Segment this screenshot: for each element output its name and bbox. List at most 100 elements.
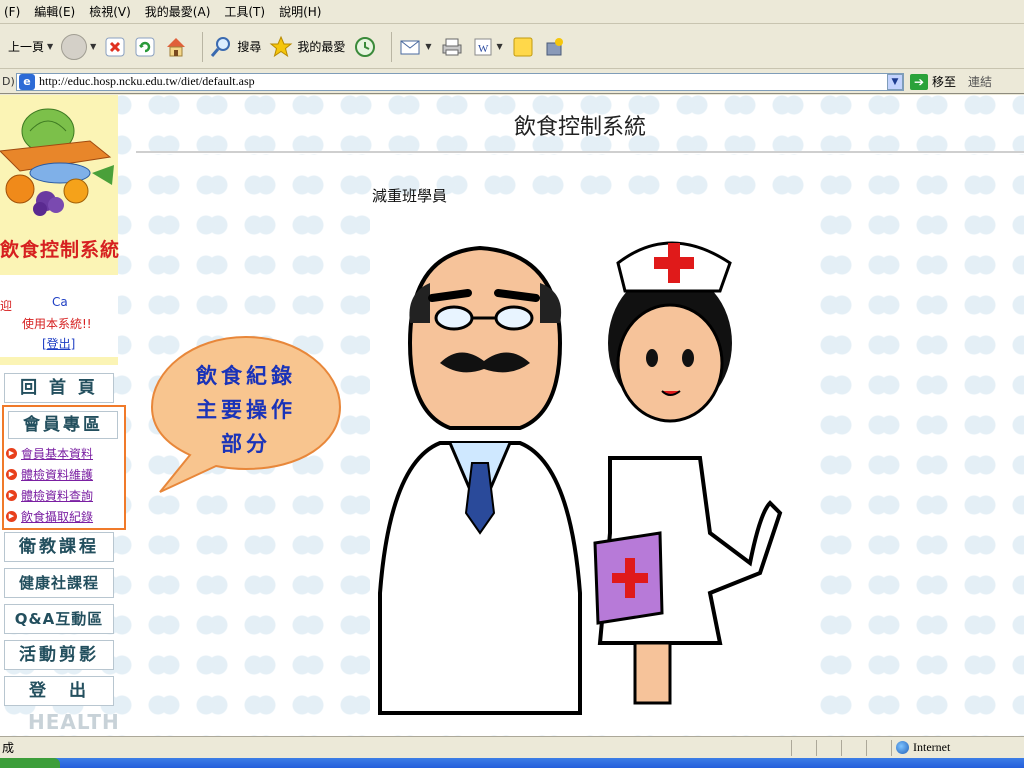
callout-bubble: 飲食紀錄 主要操作 部分 bbox=[150, 335, 342, 495]
menu-bar: (F) 編輯(E) 檢視(V) 我的最愛(A) 工具(T) 說明(H) bbox=[0, 0, 1024, 24]
menu-view[interactable]: 檢視(V) bbox=[89, 3, 131, 20]
status-cell bbox=[841, 739, 866, 756]
edit-dropdown-icon[interactable]: ▼ bbox=[497, 42, 503, 51]
status-cell bbox=[866, 739, 891, 756]
links-button[interactable]: 連結 bbox=[968, 73, 992, 90]
stop-button[interactable] bbox=[104, 29, 126, 65]
address-bar: D) e http://educ.hosp.ncku.edu.tw/diet/d… bbox=[0, 70, 1024, 94]
mail-dropdown-icon[interactable]: ▼ bbox=[425, 42, 431, 51]
arrow-bullet-icon: ▶ bbox=[6, 469, 17, 480]
member-link-diet-record[interactable]: ▶ 飲食攝取紀錄 bbox=[6, 508, 93, 525]
status-text: 成 bbox=[2, 741, 15, 755]
ie-page-icon: e bbox=[19, 73, 35, 90]
member-link-profile[interactable]: ▶ 會員基本資料 bbox=[6, 445, 93, 462]
menu-favorites[interactable]: 我的最愛(A) bbox=[145, 3, 211, 20]
history-button[interactable] bbox=[353, 29, 377, 65]
go-label: 移至 bbox=[932, 75, 957, 89]
address-input[interactable]: e http://educ.hosp.ncku.edu.tw/diet/defa… bbox=[16, 72, 904, 91]
toolbar-separator bbox=[202, 31, 204, 62]
menu-edit[interactable]: 編輯(E) bbox=[34, 3, 75, 20]
sidebar: 飲食控制系統 迎 Ca 使用本系統!! [登出] 回 首 頁 會員專區 ▶ 會員… bbox=[0, 95, 126, 736]
page-content: 飲食控制系統 迎 Ca 使用本系統!! [登出] 回 首 頁 會員專區 ▶ 會員… bbox=[0, 95, 1024, 736]
menu-file[interactable]: (F) bbox=[4, 5, 20, 19]
food-basket-icon bbox=[0, 108, 114, 216]
home-icon bbox=[167, 37, 186, 56]
address-url[interactable]: http://educ.hosp.ncku.edu.tw/diet/defaul… bbox=[39, 74, 887, 89]
back-button[interactable]: 上一頁 ▼ bbox=[4, 29, 53, 65]
nurse-figure bbox=[593, 241, 783, 705]
printer-icon bbox=[442, 38, 462, 55]
security-zone: Internet bbox=[891, 739, 1024, 756]
user-name: Ca bbox=[52, 295, 68, 309]
mail-button[interactable]: ▼ bbox=[398, 29, 432, 65]
start-button[interactable] bbox=[0, 758, 60, 768]
callout-line: 飲食紀錄 bbox=[196, 364, 296, 388]
menu-tools[interactable]: 工具(T) bbox=[224, 3, 265, 20]
svg-text:W: W bbox=[478, 43, 489, 55]
member-link-exam-query[interactable]: ▶ 體檢資料查詢 bbox=[6, 487, 93, 504]
status-cell bbox=[791, 739, 816, 756]
note-icon bbox=[513, 37, 533, 56]
illustration-panel bbox=[370, 213, 810, 723]
favorites-label: 我的最愛 bbox=[297, 40, 346, 54]
member-zone-title[interactable]: 會員專區 bbox=[8, 411, 118, 439]
search-button[interactable]: 搜尋 bbox=[209, 29, 261, 65]
page-title: 飲食控制系統 bbox=[514, 115, 647, 140]
address-dropdown-icon[interactable]: ▼ bbox=[887, 73, 903, 90]
health-watermark: HEALTH bbox=[28, 710, 120, 734]
history-icon bbox=[355, 36, 376, 57]
search-label: 搜尋 bbox=[237, 40, 262, 54]
member-zone-box: 會員專區 ▶ 會員基本資料 ▶ 體檢資料維護 ▶ 體檢資料查詢 ▶ 飲食攝取紀錄 bbox=[2, 405, 126, 530]
arrow-bullet-icon: ▶ bbox=[6, 448, 17, 459]
logout-link[interactable]: [登出] bbox=[42, 335, 75, 352]
stop-icon bbox=[105, 37, 125, 56]
arrow-bullet-icon: ▶ bbox=[6, 490, 17, 501]
nav-qa-button[interactable]: Q&A互動區 bbox=[4, 604, 114, 634]
home-button[interactable] bbox=[164, 29, 188, 65]
nav-activity-photos-button[interactable]: 活動剪影 bbox=[4, 640, 114, 670]
toolbar: 上一頁 ▼ ▼ 搜尋 我的最愛 ▼ W ▼ bbox=[0, 25, 1024, 69]
security-zone-label: Internet bbox=[913, 740, 951, 754]
discuss-button[interactable] bbox=[511, 29, 535, 65]
callout-text: 飲食紀錄 主要操作 部分 bbox=[150, 359, 342, 461]
arrow-bullet-icon: ▶ bbox=[6, 511, 17, 522]
toolbar-separator bbox=[391, 31, 393, 62]
go-button[interactable]: ➔ 移至 bbox=[910, 73, 956, 90]
doctor-and-nurse-illustration bbox=[378, 241, 783, 715]
messenger-button[interactable] bbox=[543, 29, 567, 65]
back-label: 上一頁 bbox=[8, 40, 45, 54]
nav-home-button[interactable]: 回 首 頁 bbox=[4, 373, 114, 403]
menu-help[interactable]: 說明(H) bbox=[279, 3, 321, 20]
star-icon bbox=[269, 35, 293, 57]
refresh-button[interactable] bbox=[134, 29, 156, 65]
forward-arrow-icon bbox=[61, 33, 88, 60]
forward-dropdown-icon[interactable]: ▼ bbox=[90, 42, 96, 51]
back-dropdown-icon[interactable]: ▼ bbox=[47, 42, 53, 51]
member-link-exam-maintain[interactable]: ▶ 體檢資料維護 bbox=[6, 466, 93, 483]
callout-line: 部分 bbox=[221, 432, 271, 456]
taskbar bbox=[0, 758, 1024, 768]
nav-health-club-button[interactable]: 健康社課程 bbox=[4, 568, 114, 598]
status-cell bbox=[816, 739, 841, 756]
welcome-prefix: 迎 bbox=[0, 299, 13, 313]
refresh-icon bbox=[135, 37, 155, 56]
forward-button[interactable]: ▼ bbox=[61, 29, 96, 65]
member-link-label: 體檢資料維護 bbox=[21, 468, 94, 482]
nav-logout-button[interactable]: 登 出 bbox=[4, 676, 114, 706]
nav-health-education-button[interactable]: 衛教課程 bbox=[4, 532, 114, 562]
callout-line: 主要操作 bbox=[196, 398, 296, 422]
member-link-label: 體檢資料查詢 bbox=[21, 489, 94, 503]
title-divider bbox=[136, 151, 1024, 154]
word-icon: W bbox=[474, 38, 492, 55]
system-logo-text: 飲食控制系統 bbox=[0, 239, 121, 261]
status-bar: 成 Internet bbox=[0, 736, 1024, 758]
user-info-box: 迎 Ca 使用本系統!! [登出] bbox=[0, 275, 118, 357]
welcome-text: 使用本系統!! bbox=[22, 317, 92, 331]
edit-button[interactable]: W ▼ bbox=[472, 29, 503, 65]
mail-icon bbox=[400, 40, 420, 54]
print-button[interactable] bbox=[440, 29, 464, 65]
globe-icon bbox=[896, 741, 909, 754]
messenger-icon bbox=[546, 37, 563, 55]
favorites-button[interactable]: 我的最愛 bbox=[269, 29, 345, 65]
go-arrow-icon: ➔ bbox=[910, 73, 928, 90]
